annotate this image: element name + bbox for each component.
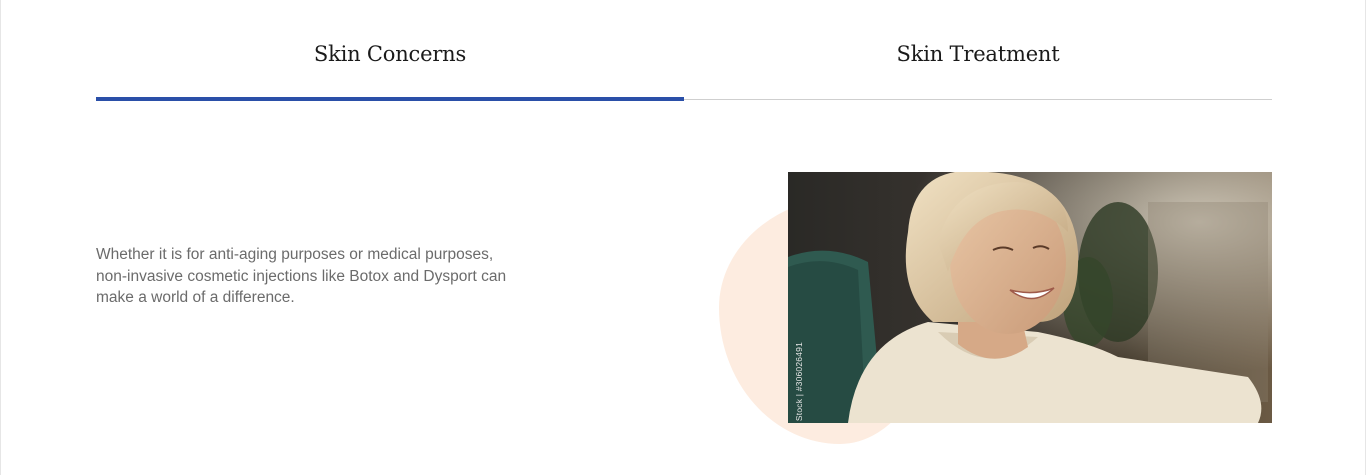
tab-label: Skin Concerns (313, 42, 467, 66)
tab-bar: Skin Concerns Skin Treatment (96, 30, 1272, 101)
tab-skin-treatment[interactable]: Skin Treatment (684, 30, 1272, 100)
treatment-description: Whether it is for anti-aging purposes or… (96, 246, 507, 306)
tab-label: Skin Treatment (896, 42, 1060, 66)
tab-skin-concerns[interactable]: Skin Concerns (96, 30, 684, 101)
smiling-woman-photo: Stock | #306026491 (788, 172, 1272, 423)
photo-illustration (788, 172, 1272, 423)
stock-watermark: Stock | #306026491 (794, 341, 804, 421)
